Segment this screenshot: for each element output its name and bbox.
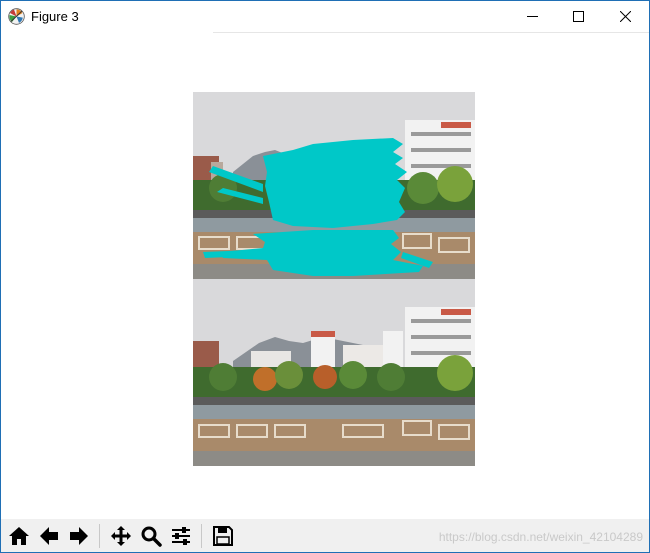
home-button[interactable] [5,522,33,550]
sliders-icon [172,527,190,545]
save-button[interactable] [209,522,237,550]
forward-button[interactable] [65,522,93,550]
maximize-icon [572,11,584,22]
configure-subplots-button[interactable] [167,522,195,550]
close-icon [619,11,631,22]
magnifier-icon [141,526,162,547]
back-button[interactable] [35,522,63,550]
minimize-button[interactable] [509,1,555,32]
floppy-disk-icon [213,526,233,546]
figure-window: Figure 3 https://blog.csdn.net/weixin_42… [0,0,650,553]
matplotlib-logo-icon [8,8,25,25]
arrow-left-icon [40,527,58,545]
inpainted-result-image [193,279,475,466]
figure-canvas[interactable] [1,33,649,519]
zoom-button[interactable] [137,522,165,550]
title-bar[interactable]: Figure 3 [1,1,649,32]
toolbar-separator [99,524,100,548]
arrow-right-icon [70,527,88,545]
masked-photo [193,92,475,279]
maximize-button[interactable] [555,1,601,32]
minimize-icon [526,16,538,17]
watermark-text: https://blog.csdn.net/weixin_42104289 [438,530,643,544]
home-icon [9,527,29,545]
pan-button[interactable] [107,522,135,550]
move-arrows-icon [111,526,131,546]
inpainting-mask-image [193,92,475,279]
close-button[interactable] [602,1,648,32]
navigation-toolbar: https://blog.csdn.net/weixin_42104289 [1,519,649,552]
restored-photo [193,279,475,466]
toolbar-separator [201,524,202,548]
window-title: Figure 3 [31,9,79,24]
